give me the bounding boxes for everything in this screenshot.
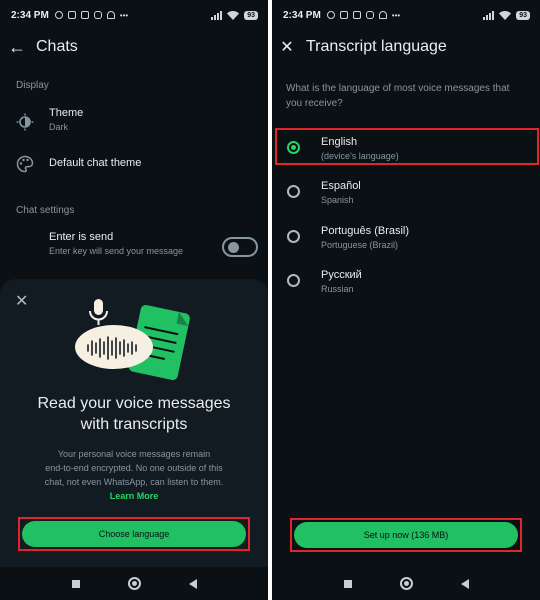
recents-button[interactable] <box>343 579 352 588</box>
signal-icon <box>211 10 223 20</box>
snapchat-icon <box>106 11 115 19</box>
app-bar: ← Chats <box>0 30 268 64</box>
wifi-icon <box>499 10 512 20</box>
back-arrow-icon[interactable]: ← <box>0 37 34 58</box>
enter-is-send-desc: Enter key will send your message <box>49 246 184 256</box>
toggle-knob <box>228 242 239 253</box>
language-option-portuguese[interactable]: Português (Brasil) Portuguese (Brazil) <box>272 220 540 260</box>
enter-is-send-toggle[interactable] <box>222 237 258 257</box>
close-icon[interactable]: ✕ <box>15 291 28 311</box>
palette-icon <box>16 155 34 173</box>
status-bar: 2:34 PM ••• 93 <box>0 0 268 30</box>
status-bar: 2:34 PM ••• 93 <box>272 0 540 30</box>
instagram-icon <box>365 11 374 19</box>
status-time: 2:34 PM <box>11 9 49 21</box>
back-button[interactable] <box>460 578 469 589</box>
status-time: 2:34 PM <box>283 9 321 21</box>
home-button[interactable] <box>127 577 141 590</box>
section-label-chat-settings: Chat settings <box>16 205 75 216</box>
navigation-bar <box>0 567 268 600</box>
gallery-icon <box>67 11 76 19</box>
back-button[interactable] <box>188 578 197 589</box>
more-icon: ••• <box>119 10 129 20</box>
navigation-bar <box>272 567 540 600</box>
language-subtitle: Russian <box>321 284 354 294</box>
battery-icon: 93 <box>244 10 258 20</box>
battery-icon: 93 <box>516 10 530 20</box>
learn-more-link[interactable]: Learn More <box>22 489 246 503</box>
language-subtitle: Portuguese (Brazil) <box>321 240 399 250</box>
section-label-display: Display <box>16 80 49 91</box>
alarm-icon <box>326 11 335 19</box>
language-option-russian[interactable]: Русский Russian <box>272 264 540 304</box>
alarm-icon <box>54 11 63 19</box>
chats-settings-screen: 2:34 PM ••• 93 ← Chats Display Theme Dar… <box>0 0 268 600</box>
wifi-icon <box>227 10 240 20</box>
radio-unselected[interactable] <box>287 274 300 287</box>
instagram-icon <box>93 11 102 19</box>
sheet-title: Read your voice messages with transcript… <box>37 395 231 433</box>
sheet-description: Your personal voice messages remain end-… <box>22 447 246 503</box>
app-bar: ✕ Transcript language <box>272 30 540 64</box>
enter-is-send-setting[interactable]: Enter is send Enter key will send your m… <box>0 225 268 265</box>
brightness-icon <box>16 113 34 131</box>
default-chat-theme-setting[interactable]: Default chat theme <box>0 149 268 189</box>
enter-is-send-label: Enter is send <box>49 231 114 243</box>
page-title: Chats <box>36 38 78 55</box>
linkedin-icon <box>80 11 89 19</box>
highlight-box <box>290 518 522 552</box>
gallery-icon <box>339 11 348 19</box>
page-title: Transcript language <box>306 38 447 55</box>
recents-button[interactable] <box>71 579 80 588</box>
language-name: Português (Brasil) <box>321 225 410 237</box>
default-chat-theme-label: Default chat theme <box>49 157 142 169</box>
signal-icon <box>483 10 495 20</box>
transcripts-bottom-sheet: ✕ Read your voice messages with transcri… <box>0 279 268 567</box>
snapchat-icon <box>378 11 387 19</box>
transcript-language-screen: 2:34 PM ••• 93 ✕ Transcript language Wha… <box>272 0 540 600</box>
language-subtitle: Spanish <box>321 195 354 205</box>
close-icon[interactable]: ✕ <box>272 37 302 57</box>
home-button[interactable] <box>399 577 413 590</box>
language-name: Русский <box>321 269 362 281</box>
theme-setting[interactable]: Theme Dark <box>0 101 268 141</box>
theme-label: Theme <box>49 107 84 119</box>
voice-transcript-illustration <box>75 299 190 381</box>
highlight-box <box>275 128 539 165</box>
highlight-box <box>18 517 250 551</box>
radio-unselected[interactable] <box>287 185 300 198</box>
radio-unselected[interactable] <box>287 230 300 243</box>
language-name: Español <box>321 180 361 192</box>
linkedin-icon <box>352 11 361 19</box>
theme-value: Dark <box>49 122 69 132</box>
more-icon: ••• <box>391 10 401 20</box>
language-option-spanish[interactable]: Español Spanish <box>272 175 540 215</box>
language-question: What is the language of most voice messa… <box>286 83 510 109</box>
